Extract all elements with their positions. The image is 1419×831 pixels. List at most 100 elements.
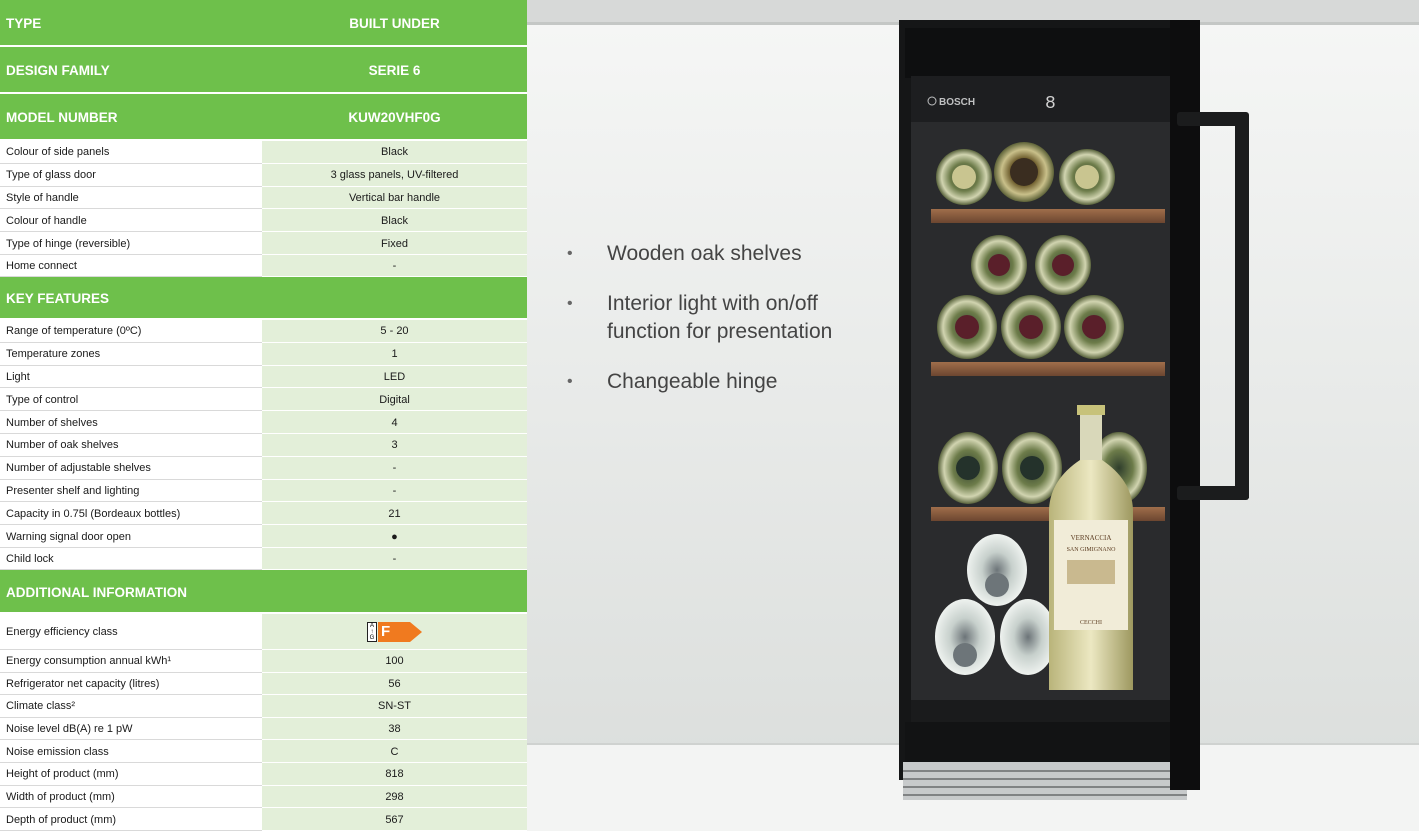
spec-row-label: Width of product (mm) — [6, 790, 115, 803]
spec-row-value: 21 — [262, 502, 527, 526]
energy-class-label: Energy efficiency class — [6, 626, 118, 638]
spec-row-value: C — [262, 740, 527, 763]
spec-row: Height of product (mm) 818 — [0, 763, 527, 786]
bullet-text: Changeable hinge — [607, 370, 778, 393]
spec-row-value: ● — [262, 525, 527, 548]
spec-row-label: Style of handle — [6, 191, 79, 204]
spec-row-value: 818 — [262, 763, 527, 786]
energy-class-value: A ↑ G F — [262, 614, 527, 650]
spec-row: Colour of handle Black — [0, 209, 527, 233]
spec-row: Noise emission class C — [0, 740, 527, 763]
bosch-brand-text: BOSCH — [939, 97, 975, 108]
family-value: SERIE 6 — [368, 63, 421, 78]
spec-row-value: LED — [262, 365, 527, 389]
spec-row-value: 567 — [262, 808, 527, 831]
spec-row-value: 1 — [262, 342, 527, 366]
spec-row: Number of shelves 4 — [0, 411, 527, 434]
additional-info-label: ADDITIONAL INFORMATION — [6, 584, 187, 600]
spec-row: Number of adjustable shelves - — [0, 456, 527, 480]
spec-row: Colour of side panels Black — [0, 141, 527, 164]
spec-row-label: Range of temperature (0ºC) — [6, 325, 142, 338]
spec-row-label: Number of oak shelves — [6, 439, 119, 452]
wine-label-line2: SAN GIMIGNANO — [1067, 547, 1116, 553]
spec-row: Warning signal door open ● — [0, 525, 527, 548]
family-header-row: DESIGN FAMILY SERIE 6 — [0, 47, 527, 94]
bullet-text: Interior light with on/off function for … — [607, 292, 833, 343]
spec-row-value: 56 — [262, 672, 527, 696]
energy-class-letter: F — [381, 623, 391, 640]
spec-row: Energy consumption annual kWh¹ 100 — [0, 650, 527, 673]
spec-row: Type of hinge (reversible) Fixed — [0, 232, 527, 255]
spec-row-label: Noise emission class — [6, 745, 109, 758]
energy-class-arrow-icon: F — [378, 622, 422, 642]
energy-scale-icon: A ↑ G — [367, 622, 377, 642]
spec-row: Child lock - — [0, 548, 527, 570]
spec-row: Range of temperature (0ºC) 5 - 20 — [0, 320, 527, 343]
spec-row-label: Type of control — [6, 393, 79, 406]
spec-row-value: SN-ST — [262, 695, 527, 718]
spec-row-label: Number of adjustable shelves — [6, 462, 151, 475]
spec-table: TYPE BUILT UNDER DESIGN FAMILY SERIE 6 M… — [0, 0, 527, 831]
bullet-marker: • — [567, 373, 573, 390]
spec-row-label: Presenter shelf and lighting — [6, 484, 140, 497]
spec-row-value: 3 glass panels, UV-filtered — [262, 163, 527, 187]
spec-row-label: Capacity in 0.75l (Bordeaux bottles) — [6, 507, 181, 520]
spec-row-value: 298 — [262, 785, 527, 809]
feature-bullet: • Wooden oak shelves — [567, 240, 887, 268]
spec-row-label: Colour of handle — [6, 214, 87, 227]
model-value: KUW20VHF0G — [348, 110, 441, 125]
spec-row-value: 4 — [262, 411, 527, 434]
spec-row-label: Refrigerator net capacity (litres) — [6, 677, 160, 690]
spec-row: Type of control Digital — [0, 388, 527, 412]
type-label: TYPE — [6, 16, 42, 31]
bullet-marker: • — [567, 245, 573, 262]
spec-row: Style of handle Vertical bar handle — [0, 186, 527, 210]
spec-row-value: - — [262, 456, 527, 480]
spec-row-label: Energy consumption annual kWh¹ — [6, 655, 172, 668]
spec-row: Presenter shelf and lighting - — [0, 479, 527, 503]
spec-row: Width of product (mm) 298 — [0, 785, 527, 809]
spec-row: Light LED — [0, 365, 527, 389]
product-photo: BOSCH 8 VERNACCIA SAN GIMIGNANO CECCHI •… — [527, 0, 1419, 831]
feature-bullet: • Interior light with on/off function fo… — [567, 290, 887, 346]
spec-row-label: Number of shelves — [6, 416, 98, 429]
spec-row-value: 38 — [262, 717, 527, 741]
type-value: BUILT UNDER — [349, 16, 440, 31]
spec-row-label: Child lock — [6, 553, 54, 565]
spec-row-value: Black — [262, 141, 527, 164]
energy-label-badge: A ↑ G F — [367, 622, 422, 642]
model-header-row: MODEL NUMBER KUW20VHF0G — [0, 94, 527, 141]
spec-row: Number of oak shelves 3 — [0, 434, 527, 457]
spec-row: Home connect - — [0, 255, 527, 277]
bullet-marker: • — [567, 295, 573, 312]
spec-row-label: Type of hinge (reversible) — [6, 237, 131, 250]
spec-row-label: Noise level dB(A) re 1 pW — [6, 723, 133, 736]
spec-row: Refrigerator net capacity (litres) 56 — [0, 672, 527, 696]
temperature-display-text: 8 — [1045, 94, 1056, 114]
key-features-label: KEY FEATURES — [6, 291, 110, 306]
spec-row: Climate class² SN-ST — [0, 695, 527, 718]
spec-row-value: Fixed — [262, 232, 527, 255]
spec-row: Depth of product (mm) 567 — [0, 808, 527, 831]
model-label: MODEL NUMBER — [6, 110, 118, 125]
spec-row-label: Temperature zones — [6, 348, 101, 361]
spec-row-label: Climate class² — [6, 700, 76, 713]
spec-row: Type of glass door 3 glass panels, UV-fi… — [0, 163, 527, 187]
spec-row-label: Type of glass door — [6, 169, 96, 182]
bullet-text: Wooden oak shelves — [607, 242, 802, 265]
family-label: DESIGN FAMILY — [6, 63, 110, 78]
feature-bullet: • Changeable hinge — [567, 368, 887, 396]
spec-row-value: 3 — [262, 434, 527, 457]
spec-row: Noise level dB(A) re 1 pW 38 — [0, 717, 527, 741]
key-features-header: KEY FEATURES — [0, 277, 527, 320]
spec-row-value: Black — [262, 209, 527, 233]
spec-row-value: - — [262, 479, 527, 503]
spec-row-value: Vertical bar handle — [262, 186, 527, 210]
wine-label-line1: VERNACCIA — [1071, 534, 1112, 542]
feature-bullet-list: • Wooden oak shelves • Interior light wi… — [567, 240, 887, 418]
spec-row-value: - — [262, 255, 527, 277]
spec-row-value: Digital — [262, 388, 527, 412]
type-header-row: TYPE BUILT UNDER — [0, 0, 527, 47]
spec-row-label: Height of product (mm) — [6, 768, 119, 781]
spec-row: Temperature zones 1 — [0, 342, 527, 366]
